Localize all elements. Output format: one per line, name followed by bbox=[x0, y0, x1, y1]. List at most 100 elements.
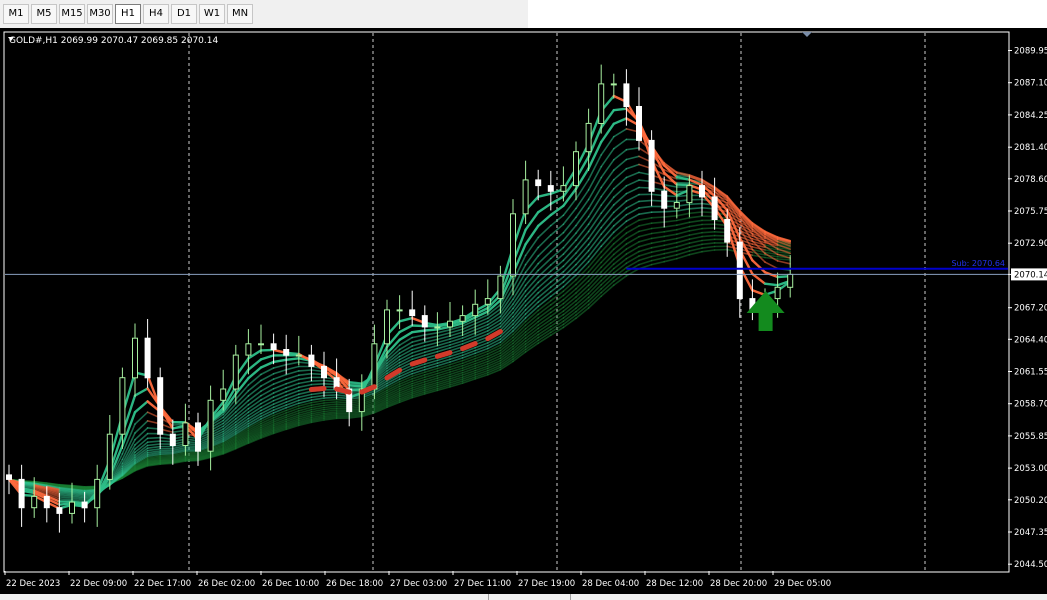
timeframe-button-d1[interactable]: D1 bbox=[171, 4, 197, 24]
x-tick-label: 27 Dec 03:00 bbox=[390, 579, 447, 589]
y-tick-label: 2044.50 bbox=[1014, 560, 1047, 570]
ma-line-segment bbox=[297, 369, 313, 372]
y-tick-label: 2053.00 bbox=[1014, 464, 1047, 474]
x-tick-label: 22 Dec 09:00 bbox=[70, 579, 127, 589]
x-tick-label: 26 Dec 10:00 bbox=[262, 579, 319, 589]
candle-body bbox=[434, 326, 441, 329]
candle-body bbox=[195, 422, 201, 452]
tab-divider bbox=[570, 594, 571, 600]
candle-body bbox=[31, 495, 38, 509]
candle-body bbox=[636, 106, 642, 141]
timeframe-button-m1[interactable]: M1 bbox=[3, 4, 29, 24]
candle-body bbox=[623, 83, 630, 108]
ma-line-segment bbox=[146, 436, 161, 440]
candle-body bbox=[573, 151, 579, 187]
candle-body bbox=[447, 320, 453, 328]
candle-body bbox=[774, 286, 781, 300]
x-tick-label: 29 Dec 05:00 bbox=[774, 579, 831, 589]
ma-line-segment bbox=[323, 396, 338, 399]
candle-body bbox=[207, 399, 214, 452]
candle-body bbox=[6, 474, 12, 480]
y-tick-label: 2061.55 bbox=[1014, 368, 1047, 378]
candle-body bbox=[472, 303, 479, 317]
candle-body bbox=[132, 337, 138, 379]
chart-header: GOLD#,H1 2069.99 2070.47 2069.85 2070.14 bbox=[9, 36, 218, 46]
candle-body bbox=[220, 388, 227, 401]
candle-body bbox=[371, 343, 378, 390]
bearish-dash-marker bbox=[308, 386, 327, 392]
ma-line-segment bbox=[159, 451, 174, 454]
candle-body bbox=[686, 185, 693, 204]
candle-body bbox=[308, 354, 315, 367]
candle-body bbox=[736, 241, 743, 300]
price-chart[interactable]: Sub: 2070.64 2089.95 2087.10 2084.25 2081.4… bbox=[0, 28, 1047, 594]
bottom-tab-strip bbox=[0, 594, 1047, 600]
candle-body bbox=[258, 343, 264, 346]
y-tick-label: 2050.20 bbox=[1014, 496, 1047, 506]
timeframe-toolbar: M1 M5 M15 M30 H1 H4 D1 W1 MN bbox=[0, 0, 1047, 29]
timeframe-button-m30[interactable]: M30 bbox=[87, 4, 113, 24]
y-tick-label: 2067.20 bbox=[1014, 304, 1047, 314]
ma-line-segment bbox=[323, 398, 338, 402]
ma-line-segment bbox=[310, 382, 325, 386]
candle-body bbox=[384, 309, 390, 345]
candle-body bbox=[661, 190, 668, 209]
y-tick-label: 2089.95 bbox=[1014, 47, 1047, 57]
x-tick-label: 27 Dec 11:00 bbox=[454, 579, 511, 589]
y-tick-label: 2058.70 bbox=[1014, 400, 1047, 410]
candle-body bbox=[106, 433, 113, 480]
x-tick-label: 27 Dec 19:00 bbox=[518, 579, 575, 589]
x-tick-label: 22 Dec 17:00 bbox=[134, 579, 191, 589]
y-tick-label: 2078.60 bbox=[1014, 175, 1047, 185]
candle-body bbox=[522, 179, 529, 215]
y-tick-label: 2072.90 bbox=[1014, 239, 1047, 249]
x-tick-label: 28 Dec 20:00 bbox=[710, 579, 767, 589]
x-tick-label: 26 Dec 18:00 bbox=[326, 579, 383, 589]
y-tick-label: 2087.10 bbox=[1014, 79, 1047, 89]
y-tick-label: 2064.40 bbox=[1014, 335, 1047, 345]
candle-body bbox=[560, 185, 567, 192]
timeframe-button-h1[interactable]: H1 bbox=[115, 4, 141, 24]
ma-line-segment bbox=[58, 498, 73, 501]
ma-line-segment bbox=[310, 379, 325, 382]
candle-body bbox=[787, 273, 794, 288]
ma-line-segment bbox=[650, 221, 666, 224]
candle-body bbox=[421, 315, 428, 328]
ma-line-segment bbox=[701, 227, 716, 230]
candle-body bbox=[270, 343, 277, 350]
candle-body bbox=[396, 309, 403, 312]
candle-body bbox=[69, 501, 75, 514]
y-tick-label: 2070.14 bbox=[1014, 270, 1047, 280]
candle-body bbox=[94, 478, 101, 509]
candle-body bbox=[81, 501, 88, 509]
candle-body bbox=[182, 422, 189, 446]
y-tick-label: 2047.35 bbox=[1014, 528, 1047, 538]
ma-line-segment bbox=[612, 107, 628, 112]
candle-body bbox=[724, 219, 731, 243]
candle-body bbox=[598, 83, 605, 124]
y-tick-label: 2055.85 bbox=[1014, 432, 1047, 442]
candle-body bbox=[283, 349, 290, 356]
candle-body bbox=[245, 343, 252, 356]
candle-body bbox=[18, 478, 25, 509]
ma-line-segment bbox=[146, 440, 161, 444]
ma-line-segment bbox=[323, 401, 338, 404]
candle-body bbox=[459, 315, 466, 322]
ma-line-segment bbox=[663, 210, 678, 213]
timeframe-button-m5[interactable]: M5 bbox=[31, 4, 57, 24]
timeframe-button-h4[interactable]: H4 bbox=[143, 4, 169, 24]
candle-body bbox=[295, 354, 302, 357]
ma-line-segment bbox=[411, 329, 426, 334]
ma-line-segment bbox=[159, 452, 174, 456]
timeframe-button-w1[interactable]: W1 bbox=[199, 4, 225, 24]
timeframe-button-m15[interactable]: M15 bbox=[59, 4, 85, 24]
candle-body bbox=[699, 185, 705, 198]
y-tick-label: 2075.75 bbox=[1014, 207, 1047, 217]
x-tick-label: 28 Dec 12:00 bbox=[646, 579, 703, 589]
timeframe-button-mn[interactable]: MN bbox=[227, 4, 253, 24]
ma-line-segment bbox=[688, 207, 703, 210]
candle-body bbox=[585, 122, 592, 153]
ma-line-segment bbox=[701, 231, 716, 234]
ma-line-segment bbox=[323, 394, 338, 397]
bearish-dash-marker bbox=[334, 386, 352, 395]
